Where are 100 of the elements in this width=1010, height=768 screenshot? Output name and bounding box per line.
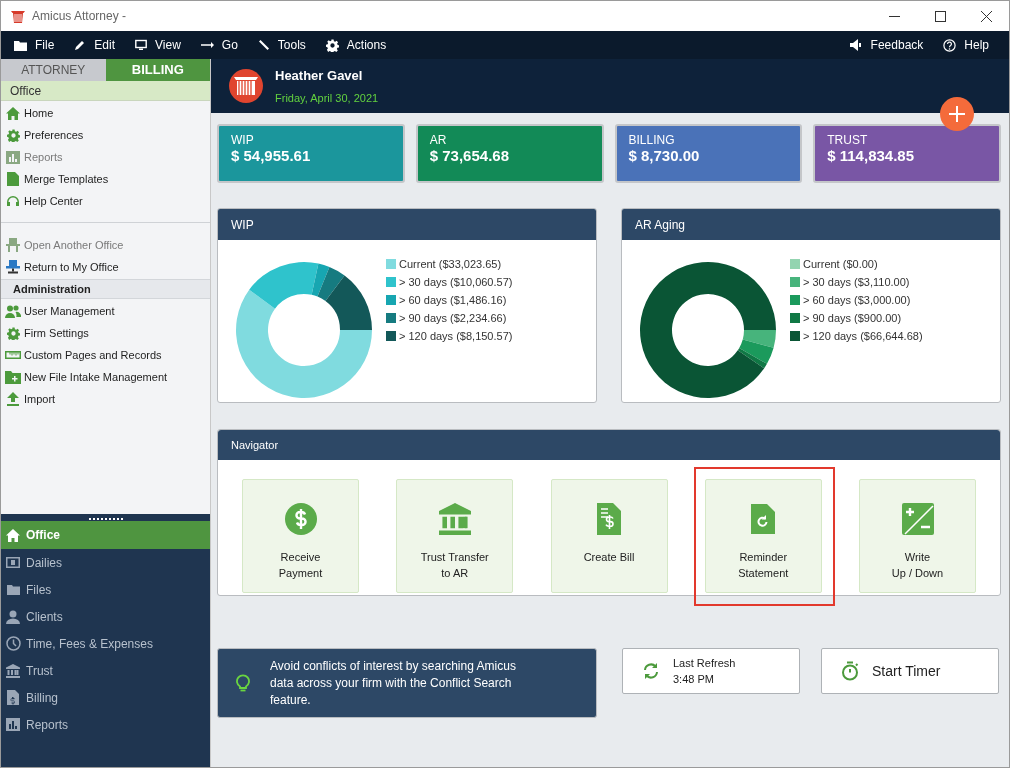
legend-swatch [790,295,800,305]
sidebar-item[interactable]: User Management [1,300,210,322]
card-label: WIP [231,133,255,147]
navigator-tile[interactable]: Create Bill [550,479,668,593]
card-amount: $ 114,834.85 [827,147,915,165]
folder-icon [6,584,20,595]
sidebar-item[interactable]: Preferences [1,124,210,146]
dollar-icon [284,503,317,535]
legend-label: > 60 days ($1,486.16) [399,292,507,308]
splitter-handle[interactable] [1,514,210,521]
document-icon [7,172,19,186]
card-label: AR [429,133,448,147]
summary-card[interactable]: AR $ 73,654.68 [415,124,604,183]
bill-icon [7,690,19,705]
menu-item[interactable]: Actions [325,36,387,54]
sidebar-item[interactable]: New File Intake Management [1,366,210,388]
sidebar-item[interactable]: Merge Templates [1,168,210,190]
gear-icon [6,128,20,142]
bank-icon [6,663,20,678]
nav-item[interactable]: Time, Fees & Expenses [1,630,210,657]
legend-label: > 90 days ($2,234.66) [399,310,507,326]
upload-icon [6,392,20,406]
minimize-icon [888,15,900,17]
card-label: TRUST [827,133,869,147]
legend-label: > 120 days ($8,150.57) [399,328,513,344]
card-amount: $ 54,955.61 [231,147,312,165]
folder-plus-icon [5,370,21,384]
menu-item[interactable]: Edit [74,36,116,54]
panel-title: Navigator [218,430,1000,460]
menu-item[interactable]: Help [943,36,989,54]
maximize-icon [934,10,946,22]
columns-logo-icon [10,8,26,24]
sidebar-item[interactable]: Return to My Office [1,256,210,278]
summary-card[interactable]: TRUST $ 114,834.85 [813,124,1001,183]
tip-text: Avoid conflicts of interest by searching Amicus data across your firm with the Conflict Search feature. [270,657,517,709]
nav-item[interactable]: Reports [1,711,210,738]
ruler-icon [5,350,21,360]
nav-item[interactable]: Office [1,521,210,549]
desk-chair-icon [5,238,21,252]
legend-swatch [386,259,396,269]
menu-item[interactable]: File [14,36,55,54]
monitor-icon [135,39,148,51]
start-timer-button[interactable]: Start Timer [821,648,999,694]
nav-item[interactable]: Billing [1,684,210,711]
plus-icon [949,106,965,122]
legend-label: Current ($33,023.65) [399,256,502,272]
close-icon [980,10,992,22]
navigator-tile[interactable]: Write Up / Down [859,479,976,593]
legend-swatch [386,313,396,323]
columns-logo-icon [228,68,264,104]
sidebar-tab[interactable]: BILLING [105,59,210,81]
gear-icon [325,38,339,52]
legend-label: > 90 days ($900.00) [803,310,902,326]
help-icon [943,38,957,52]
legend-swatch [790,277,800,287]
pencil-icon [74,39,87,51]
sidebar-item[interactable]: Custom Pages and Records [1,344,210,366]
legend-swatch [386,331,396,341]
nav-item[interactable]: Clients [1,603,210,630]
bill-icon [597,503,621,535]
sidebar-item[interactable]: Firm Settings [1,322,210,344]
panel-title: WIP [218,209,596,240]
refresh-icon [642,662,660,680]
folder-icon [14,39,27,51]
menu-item[interactable]: Tools [257,36,306,54]
home-icon [6,106,20,120]
users-icon [5,304,21,318]
panel-title: AR Aging [622,209,1000,240]
card-amount: $ 73,654.68 [429,147,510,165]
legend-swatch [790,259,800,269]
lightbulb-icon [236,674,250,692]
card-amount: $ 8,730.00 [628,147,701,165]
menu-item[interactable]: Go [200,36,238,54]
nav-item[interactable]: Files [1,576,210,603]
sidebar-item[interactable]: Home [1,102,210,124]
sidebar-item[interactable]: Import [1,388,210,410]
plus-minus-icon [901,503,934,535]
legend-swatch [790,331,800,341]
refresh-button[interactable]: Last Refresh 3:48 PM [622,648,800,694]
navigator-tile[interactable]: Receive Payment [242,479,359,593]
summary-card[interactable]: BILLING $ 8,730.00 [614,124,803,183]
nav-item[interactable]: Dailies [1,549,210,576]
home-icon [6,528,20,542]
sidebar-tab[interactable]: ATTORNEY [1,59,106,81]
cash-icon [6,557,20,568]
summary-card[interactable]: WIP $ 54,955.61 [217,124,405,183]
desk-chair-icon [5,260,21,274]
bar-chart-icon [6,150,20,164]
sidebar-item[interactable]: Help Center [1,190,210,212]
navigator-tile[interactable]: Trust Transfer to AR [396,479,514,593]
menu-item[interactable]: View [135,36,181,54]
menu-item[interactable]: Feedback [849,36,924,54]
user-name: Heather Gavel [275,67,364,84]
date-text: Friday, April 30, 2021 [275,91,379,105]
bar-chart-icon [6,718,20,731]
stopwatch-icon [841,661,859,681]
navigator-tile[interactable]: Reminder Statement [704,479,822,593]
legend-swatch [790,313,800,323]
nav-item[interactable]: Trust [1,657,210,684]
card-label: BILLING [628,133,676,147]
